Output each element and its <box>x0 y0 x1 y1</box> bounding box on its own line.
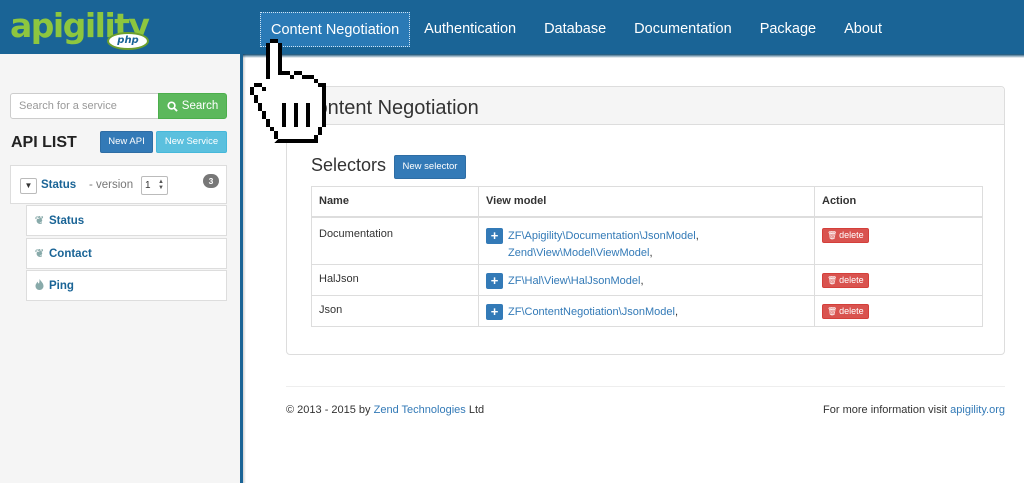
table-row: Documentation + ZF\Apigility\Documentati… <box>311 216 983 265</box>
leaf-icon: ❦ <box>34 248 45 260</box>
selectors-table: Name View model Action Documentation + Z… <box>311 186 983 327</box>
footer-info: For more information visit apigility.org <box>823 404 1005 416</box>
nav-documentation[interactable]: Documentation <box>620 12 746 47</box>
view-model-cell: + ZF\Hal\View\HalJsonModel, <box>478 264 815 296</box>
fire-icon <box>34 278 45 293</box>
view-model-cell: + ZF\ContentNegotiation\JsonModel, <box>478 295 815 327</box>
view-model-link[interactable]: ZF\Hal\View\HalJsonModel <box>508 275 640 287</box>
top-navbar: apigility php Content Negotiation Authen… <box>0 0 1024 54</box>
selector-name: Documentation <box>311 216 479 265</box>
plus-icon: + <box>490 227 499 243</box>
info-prefix: For more information visit <box>823 404 948 416</box>
nav-package[interactable]: Package <box>746 12 830 47</box>
main-nav: Content Negotiation Authentication Datab… <box>260 12 896 47</box>
copyright-prefix: © 2013 - 2015 by <box>286 404 371 416</box>
trash-icon: 🗑 <box>827 307 838 316</box>
view-model-cell: + ZF\Apigility\Documentation\JsonModel, … <box>478 216 815 265</box>
select-arrows-icon: ▲ ▼ <box>158 179 164 191</box>
table-row: HalJson + ZF\Hal\View\HalJsonModel, 🗑 del… <box>311 264 983 296</box>
trash-icon: 🗑 <box>827 230 838 240</box>
service-search-input[interactable] <box>10 93 159 119</box>
search-button-label: Search <box>181 100 219 112</box>
new-service-button[interactable]: New Service <box>156 131 227 153</box>
plus-icon: + <box>490 304 499 319</box>
api-group-status: ▼ Status - version 1 ▲ ▼ 3 <box>10 165 227 204</box>
delete-button[interactable]: 🗑 delete <box>822 227 869 243</box>
service-count-badge: 3 <box>203 174 219 188</box>
new-api-button[interactable]: New API <box>100 131 153 153</box>
sidebar-item-contact[interactable]: ❦ Contact <box>26 238 227 269</box>
nav-authentication[interactable]: Authentication <box>410 12 530 47</box>
version-select[interactable]: 1 ▲ ▼ <box>141 176 168 195</box>
action-cell: 🗑 delete <box>814 295 983 327</box>
selector-name: Json <box>311 295 479 327</box>
footer-copyright: © 2013 - 2015 by Zend Technologies Ltd <box>286 404 484 416</box>
nav-database[interactable]: Database <box>530 12 620 47</box>
sidebar-item-status[interactable]: ❦ Status <box>26 205 227 236</box>
sidebar: Search API LIST New API New Service ▼ St… <box>0 54 246 483</box>
zend-link[interactable]: Zend Technologies <box>374 404 466 416</box>
selector-name: HalJson <box>311 264 479 296</box>
view-model-link[interactable]: ZF\ContentNegotiation\JsonModel <box>508 306 675 318</box>
sidebar-item-ping[interactable]: Ping <box>26 270 227 301</box>
api-name-link[interactable]: Status <box>41 179 76 191</box>
api-list-title: API LIST <box>11 134 77 151</box>
footer-divider <box>286 386 1005 387</box>
column-header-name: Name <box>311 186 479 218</box>
apigility-link[interactable]: apigility.org <box>950 404 1005 416</box>
delete-label: delete <box>839 306 864 316</box>
panel-heading: Content Negotiation <box>287 87 1004 125</box>
search-icon <box>167 100 178 112</box>
selectors-title: Selectors <box>311 155 387 175</box>
action-cell: 🗑 delete <box>814 264 983 296</box>
add-view-model-button[interactable]: + <box>486 273 503 289</box>
copyright-suffix: Ltd <box>468 404 485 416</box>
trash-icon: 🗑 <box>827 276 838 285</box>
table-row: Json + ZF\ContentNegotiation\JsonModel, … <box>311 295 983 327</box>
delete-label: delete <box>839 229 864 240</box>
version-label: - version <box>89 179 134 191</box>
leaf-icon: ❦ <box>34 215 45 227</box>
column-header-view-model: View model <box>478 186 815 218</box>
delete-button[interactable]: 🗑 delete <box>822 304 869 319</box>
sidebar-item-label: Status <box>49 214 85 227</box>
apigility-logo[interactable]: apigility php <box>10 6 160 50</box>
content-negotiation-panel: Content Negotiation Selectors New select… <box>286 86 1005 355</box>
logo-php-badge: php <box>107 32 149 50</box>
view-model-link[interactable]: Zend\View\Model\ViewModel <box>508 247 649 259</box>
delete-button[interactable]: 🗑 delete <box>822 273 869 288</box>
nav-content-negotiation[interactable]: Content Negotiation <box>260 12 411 47</box>
sidebar-item-label: Contact <box>49 247 92 260</box>
add-view-model-button[interactable]: + <box>486 227 503 244</box>
add-view-model-button[interactable]: + <box>486 304 503 320</box>
nav-about[interactable]: About <box>830 12 896 47</box>
new-selector-button[interactable]: New selector <box>394 155 466 179</box>
collapse-toggle[interactable]: ▼ <box>20 178 37 194</box>
version-value: 1 <box>145 180 151 191</box>
search-button[interactable]: Search <box>158 93 227 119</box>
sidebar-item-label: Ping <box>49 279 74 292</box>
action-cell: 🗑 delete <box>814 216 983 265</box>
plus-icon: + <box>490 273 499 288</box>
view-model-link[interactable]: ZF\Apigility\Documentation\JsonModel <box>508 230 696 242</box>
page-title: Content Negotiation <box>302 97 479 119</box>
column-header-action: Action <box>814 186 983 218</box>
delete-label: delete <box>839 275 864 285</box>
chevron-down-icon: ▼ <box>24 181 33 190</box>
